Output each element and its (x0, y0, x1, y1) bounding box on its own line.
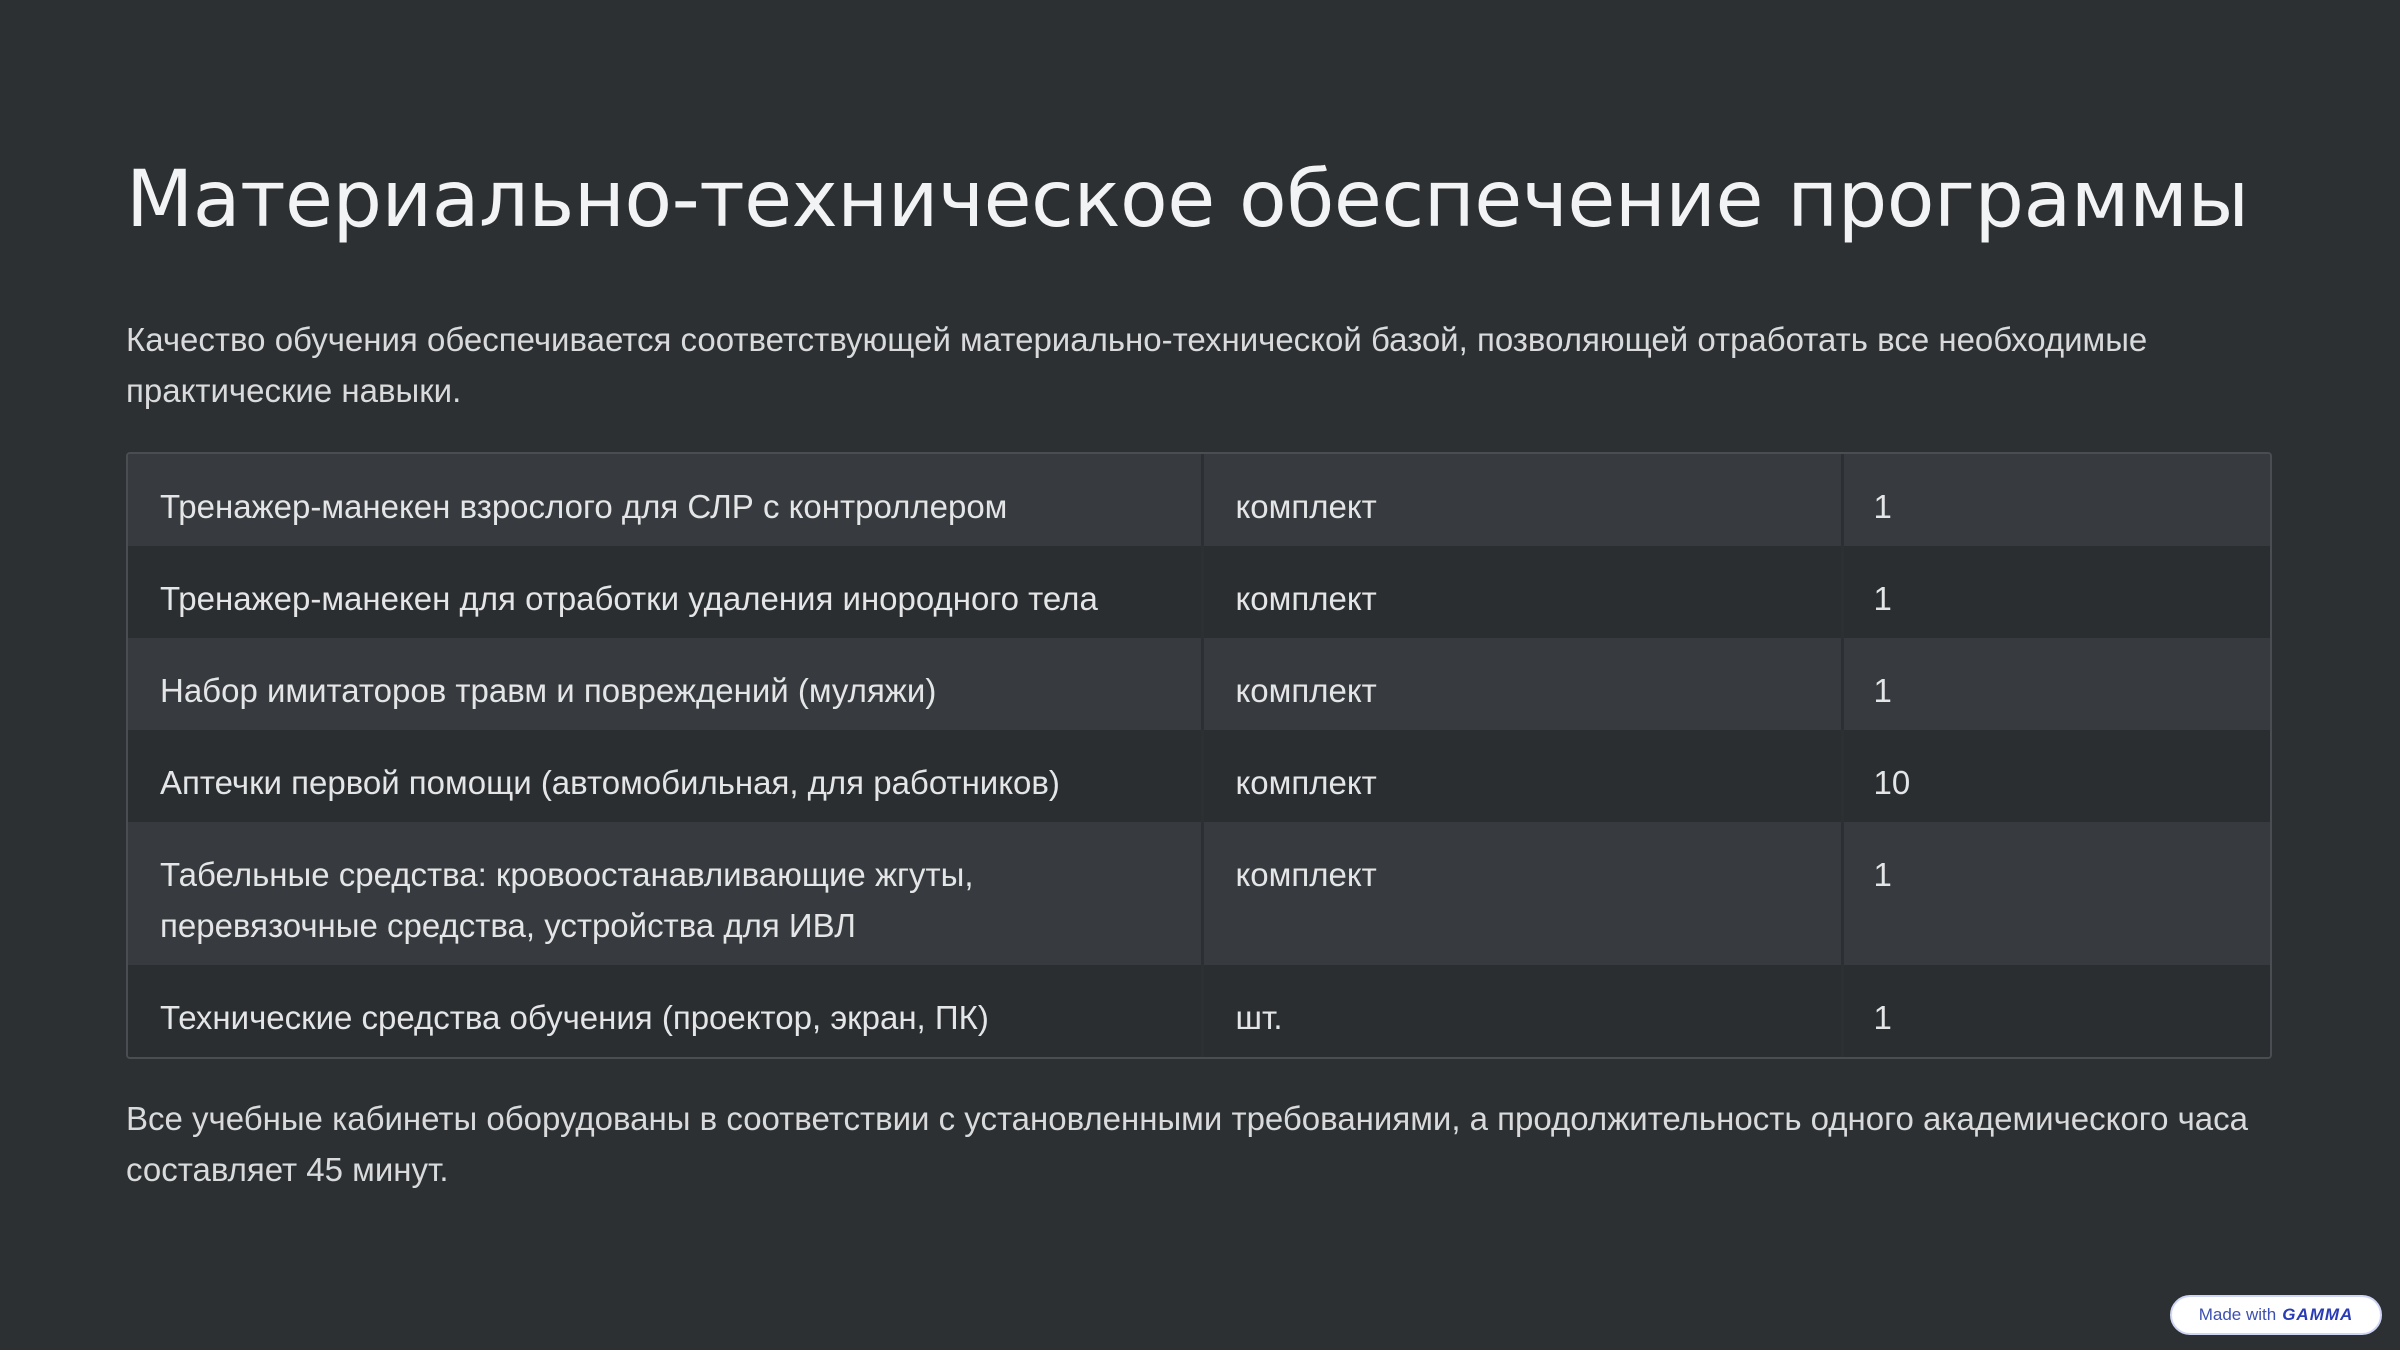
quantity-cell: 1 (1840, 638, 2270, 730)
page-title: Материально-техническое обеспечение прог… (126, 155, 2249, 245)
table-row: Набор имитаторов травм и повреждений (му… (128, 638, 2270, 730)
quantity-cell: 10 (1840, 730, 2270, 822)
unit-cell: комплект (1200, 730, 1842, 822)
unit-cell: комплект (1200, 546, 1842, 638)
item-cell: Тренажер-манекен для отработки удаления … (128, 546, 1202, 638)
intro-paragraph: Качество обучения обеспечивается соответ… (126, 321, 2148, 409)
unit-cell: шт. (1200, 965, 1842, 1057)
quantity-cell: 1 (1840, 965, 2270, 1057)
item-cell: Тренажер-манекен взрослого для СЛР с кон… (128, 454, 1202, 546)
made-with-gamma-badge[interactable]: Made with GAMMA (2170, 1295, 2382, 1335)
table-row: Табельные средства: кровоостанавливающие… (128, 822, 2270, 965)
unit-cell: комплект (1200, 822, 1842, 965)
table-row: Тренажер-манекен для отработки удаления … (128, 546, 2270, 638)
table-row: Технические средства обучения (проектор,… (128, 965, 2270, 1057)
item-cell: Набор имитаторов травм и повреждений (му… (128, 638, 1202, 730)
item-cell: Аптечки первой помощи (автомобильная, дл… (128, 730, 1202, 822)
quantity-cell: 1 (1840, 822, 2270, 965)
outro-paragraph: Все учебные кабинеты оборудованы в соотв… (126, 1100, 2249, 1188)
item-cell: Табельные средства: кровоостанавливающие… (128, 822, 1202, 965)
equipment-table: Тренажер-манекен взрослого для СЛР с кон… (126, 452, 2272, 1059)
unit-cell: комплект (1200, 638, 1842, 730)
unit-cell: комплект (1200, 454, 1842, 546)
badge-prefix: Made with (2198, 1305, 2277, 1324)
item-cell: Технические средства обучения (проектор,… (128, 965, 1202, 1057)
quantity-cell: 1 (1840, 454, 2270, 546)
gamma-logo: GAMMA (2282, 1305, 2354, 1324)
table-row: Тренажер-манекен взрослого для СЛР с кон… (128, 454, 2270, 546)
quantity-cell: 1 (1840, 546, 2270, 638)
table-row: Аптечки первой помощи (автомобильная, дл… (128, 730, 2270, 822)
